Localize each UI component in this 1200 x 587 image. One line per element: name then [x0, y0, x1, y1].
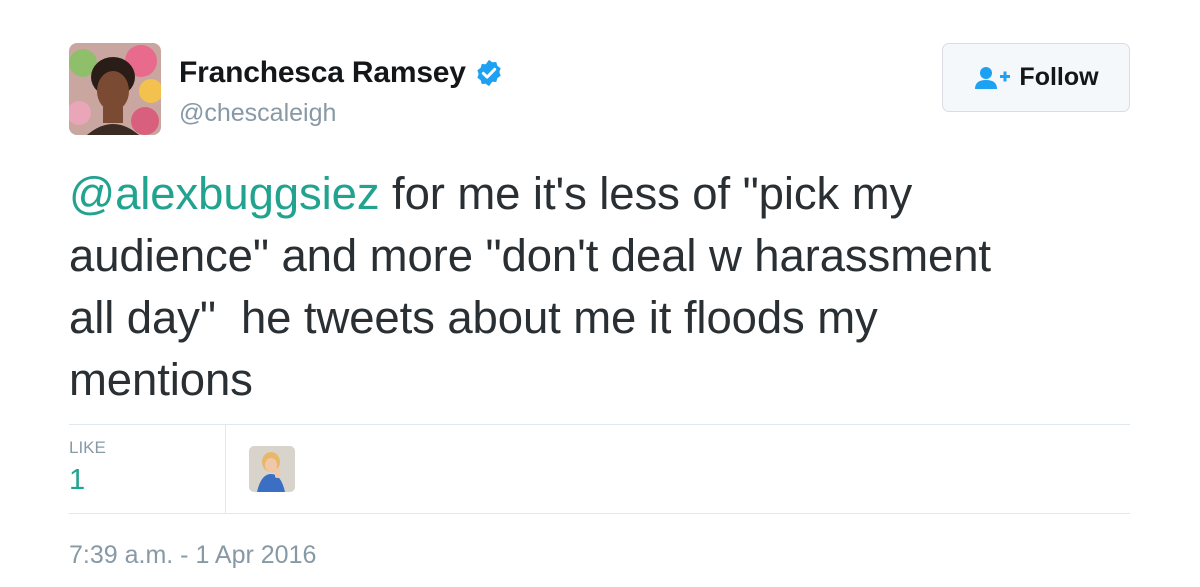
liker-avatar-image	[249, 446, 295, 492]
like-stat-count: 1	[69, 464, 86, 496]
author-handle[interactable]: @chescaleigh	[179, 99, 336, 128]
like-stat-label: LIKE	[69, 438, 106, 457]
tweet-text-line-2: audience" and more "don't deal w harassm…	[69, 230, 991, 281]
like-stat[interactable]: LIKE 1	[69, 438, 106, 497]
avatar-image	[69, 43, 161, 135]
tweet-text-line-1-rest: for me it's less of "pick my	[379, 168, 913, 219]
author-avatar[interactable]	[69, 43, 161, 135]
verified-badge-icon	[477, 59, 501, 87]
mention-link[interactable]: @alexbuggsiez	[69, 168, 380, 219]
stats-separator	[225, 424, 226, 513]
follow-button-label: Follow	[1019, 63, 1099, 91]
follow-user-icon	[975, 66, 1011, 89]
tweet-text: @alexbuggsiez for me it's less of "pick …	[69, 163, 1149, 411]
author-name-row: Franchesca Ramsey	[179, 56, 504, 90]
tweet-timestamp[interactable]: 7:39 a.m. - 1 Apr 2016	[69, 541, 316, 570]
tweet-card: Franchesca Ramsey @chescaleigh Follow @a…	[0, 0, 1200, 587]
stats-bottom-divider	[69, 513, 1130, 514]
tweet-text-line-1: @alexbuggsiez for me it's less of "pick …	[69, 163, 1149, 225]
author-display-name[interactable]: Franchesca Ramsey	[179, 56, 466, 90]
tweet-stats: LIKE 1	[69, 424, 1130, 513]
tweet-text-line-3: all day" he tweets about me it floods my	[69, 292, 878, 343]
tweet-text-line-4: mentions	[69, 354, 253, 405]
follow-button[interactable]: Follow	[942, 43, 1130, 112]
liker-avatar[interactable]	[249, 446, 295, 492]
